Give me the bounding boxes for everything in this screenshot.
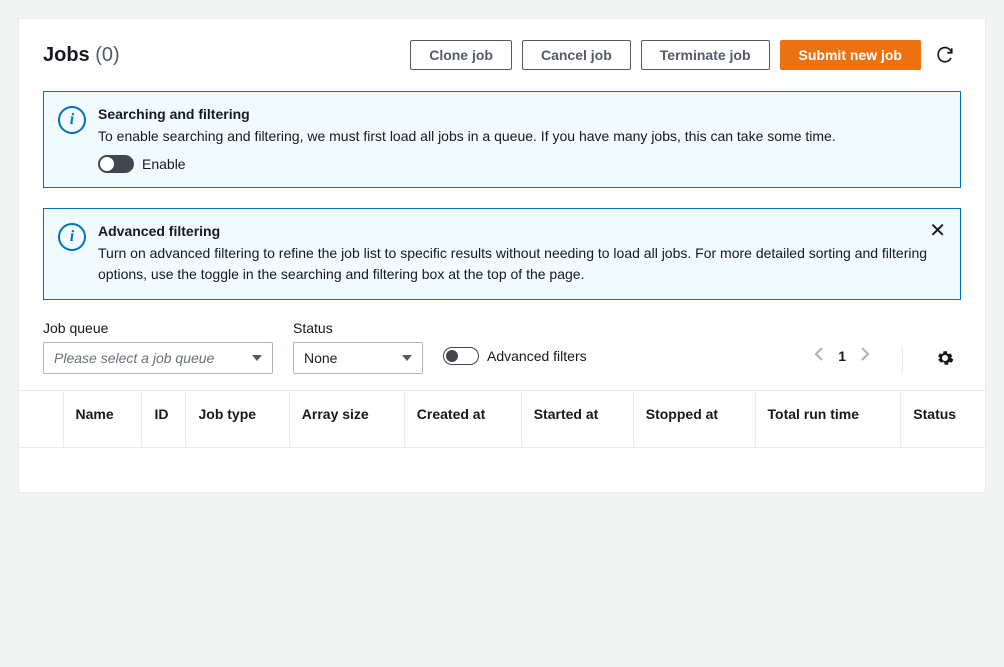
info-title: Advanced filtering <box>98 223 942 239</box>
job-count: (0) <box>95 44 119 66</box>
status-value: None <box>304 350 337 366</box>
col-created-at[interactable]: Created at <box>404 391 521 448</box>
title-text: Jobs <box>43 44 90 66</box>
col-stopped-at[interactable]: Stopped at <box>633 391 755 448</box>
cancel-job-button[interactable]: Cancel job <box>522 40 631 70</box>
filter-bar: Job queue Please select a job queue Stat… <box>43 320 961 374</box>
enable-toggle[interactable] <box>98 155 134 173</box>
col-select <box>19 391 63 448</box>
col-total-run-time[interactable]: Total run time <box>755 391 901 448</box>
chevron-left-icon <box>814 346 826 362</box>
divider <box>902 346 903 374</box>
refresh-icon <box>936 46 954 64</box>
close-icon[interactable]: ✕ <box>929 221 946 241</box>
jobs-table: Name ID Job type Array size Created at S… <box>19 390 985 492</box>
clone-job-button[interactable]: Clone job <box>410 40 512 70</box>
status-select[interactable]: None <box>293 342 423 374</box>
enable-toggle-label: Enable <box>142 156 186 172</box>
pager-prev[interactable] <box>808 345 832 368</box>
caret-down-icon <box>252 355 262 361</box>
submit-new-job-button[interactable]: Submit new job <box>780 40 921 70</box>
enable-toggle-row: Enable <box>98 155 942 173</box>
job-queue-field: Job queue Please select a job queue <box>43 320 273 374</box>
info-title: Searching and filtering <box>98 106 942 122</box>
caret-down-icon <box>402 355 412 361</box>
advanced-filters-toggle[interactable] <box>443 347 479 365</box>
col-array-size[interactable]: Array size <box>289 391 404 448</box>
jobs-panel: Jobs (0) Clone job Cancel job Terminate … <box>18 18 986 493</box>
settings-button[interactable] <box>929 342 961 374</box>
page-title: Jobs (0) <box>43 44 400 67</box>
job-queue-label: Job queue <box>43 320 273 336</box>
info-body: To enable searching and filtering, we mu… <box>98 126 942 147</box>
col-job-type[interactable]: Job type <box>186 391 289 448</box>
panel-header: Jobs (0) Clone job Cancel job Terminate … <box>43 39 961 71</box>
advanced-filters-label: Advanced filters <box>487 348 587 364</box>
chevron-right-icon <box>858 346 870 362</box>
info-body: Turn on advanced filtering to refine the… <box>98 243 942 285</box>
status-field: Status None <box>293 320 423 374</box>
table-header: Name ID Job type Array size Created at S… <box>19 391 985 448</box>
terminate-job-button[interactable]: Terminate job <box>641 40 770 70</box>
job-queue-placeholder: Please select a job queue <box>54 350 214 366</box>
empty-row <box>19 448 985 492</box>
status-label: Status <box>293 320 423 336</box>
pager-current: 1 <box>832 348 852 364</box>
col-status[interactable]: Status <box>901 391 985 448</box>
pager-next[interactable] <box>852 345 876 368</box>
refresh-button[interactable] <box>929 39 961 71</box>
advanced-filtering-info: i Advanced filtering Turn on advanced fi… <box>43 208 961 300</box>
col-started-at[interactable]: Started at <box>521 391 633 448</box>
col-id[interactable]: ID <box>142 391 186 448</box>
info-icon: i <box>58 223 86 251</box>
advanced-filters-control: Advanced filters <box>443 338 587 374</box>
pagination: 1 <box>808 338 876 374</box>
job-queue-select[interactable]: Please select a job queue <box>43 342 273 374</box>
info-icon: i <box>58 106 86 134</box>
gear-icon <box>936 349 954 367</box>
searching-filtering-info: i Searching and filtering To enable sear… <box>43 91 961 188</box>
col-name[interactable]: Name <box>63 391 142 448</box>
